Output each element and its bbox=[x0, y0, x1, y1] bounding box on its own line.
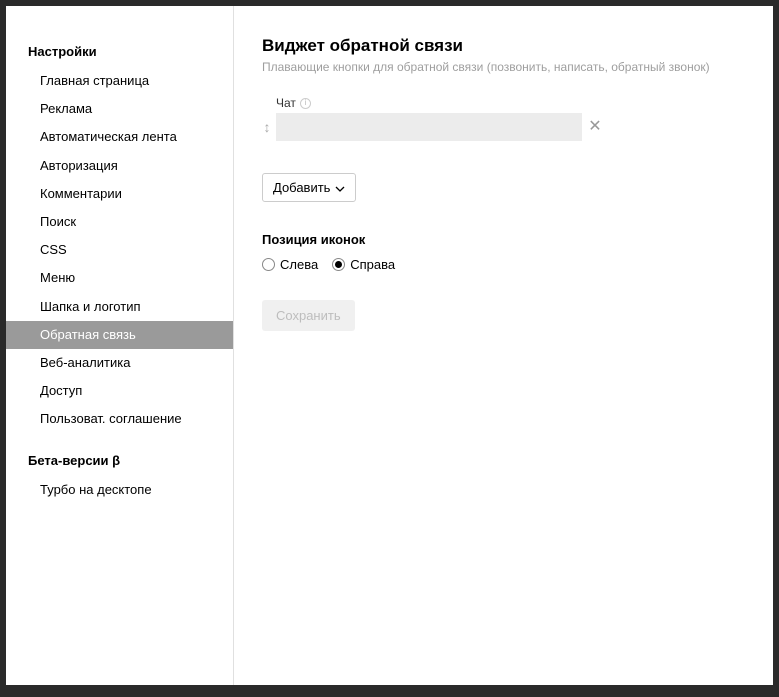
save-button[interactable]: Сохранить bbox=[262, 300, 355, 331]
chat-field-row: ↕ ✕ bbox=[262, 113, 745, 141]
radio-icon bbox=[332, 258, 345, 271]
sidebar-item[interactable]: Турбо на десктопе bbox=[6, 476, 233, 504]
remove-field-button[interactable]: ✕ bbox=[586, 118, 604, 136]
close-icon: ✕ bbox=[588, 119, 601, 135]
sidebar-item[interactable]: Обратная связь bbox=[6, 321, 233, 349]
chevron-down-icon bbox=[335, 180, 345, 195]
chat-field-label: Чат bbox=[276, 96, 296, 110]
sidebar-item[interactable]: CSS bbox=[6, 236, 233, 264]
add-button[interactable]: Добавить bbox=[262, 173, 356, 202]
sidebar-item[interactable]: Реклама bbox=[6, 95, 233, 123]
content-area: Виджет обратной связи Плавающие кнопки д… bbox=[234, 6, 773, 685]
position-radio-right[interactable]: Справа bbox=[332, 257, 395, 272]
info-icon[interactable]: i bbox=[300, 98, 311, 109]
radio-label-left: Слева bbox=[280, 257, 318, 272]
sidebar-group-settings-title: Настройки bbox=[6, 36, 233, 67]
page-title: Виджет обратной связи bbox=[262, 36, 745, 56]
add-button-label: Добавить bbox=[273, 180, 330, 195]
sidebar-item[interactable]: Пользоват. соглашение bbox=[6, 405, 233, 433]
position-radio-group: Слева Справа bbox=[262, 257, 745, 272]
sidebar-item[interactable]: Комментарии bbox=[6, 180, 233, 208]
sidebar-item[interactable]: Автоматическая лента bbox=[6, 123, 233, 151]
position-radio-left[interactable]: Слева bbox=[262, 257, 318, 272]
sidebar: Настройки Главная страницаРекламаАвтомат… bbox=[6, 6, 234, 685]
chat-input[interactable] bbox=[276, 113, 582, 141]
app-frame: Настройки Главная страницаРекламаАвтомат… bbox=[6, 6, 773, 685]
radio-icon bbox=[262, 258, 275, 271]
sidebar-item[interactable]: Меню bbox=[6, 264, 233, 292]
sidebar-group-beta-title: Бета-версии β bbox=[6, 445, 233, 476]
drag-handle-icon[interactable]: ↕ bbox=[262, 119, 272, 135]
page-subtitle: Плавающие кнопки для обратной связи (поз… bbox=[262, 60, 745, 74]
sidebar-item[interactable]: Авторизация bbox=[6, 152, 233, 180]
sidebar-item[interactable]: Шапка и логотип bbox=[6, 293, 233, 321]
radio-label-right: Справа bbox=[350, 257, 395, 272]
field-label-row: Чат i bbox=[276, 96, 745, 110]
position-section-title: Позиция иконок bbox=[262, 232, 745, 247]
sidebar-item[interactable]: Главная страница bbox=[6, 67, 233, 95]
sidebar-item[interactable]: Доступ bbox=[6, 377, 233, 405]
sidebar-item[interactable]: Веб-аналитика bbox=[6, 349, 233, 377]
sidebar-item[interactable]: Поиск bbox=[6, 208, 233, 236]
